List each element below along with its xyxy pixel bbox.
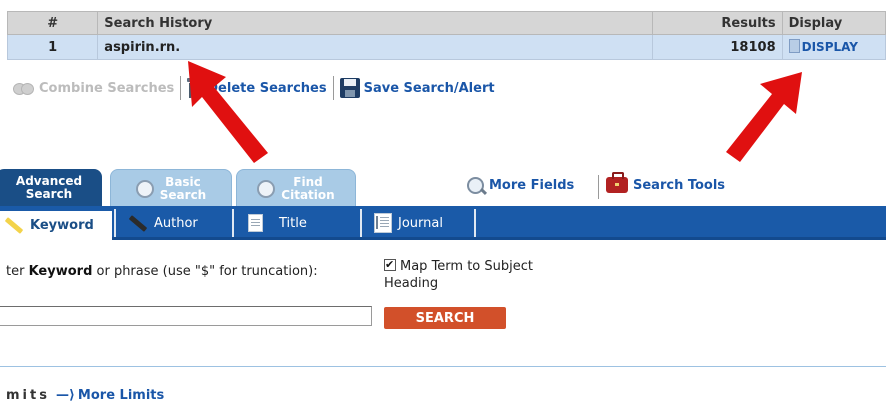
magnifier-icon: [135, 179, 154, 198]
row-display-cell: DISPLAY: [781, 34, 886, 60]
map-term-checkbox[interactable]: Map Term to Subject Heading: [384, 256, 584, 292]
tab-title-label: Title: [279, 215, 307, 231]
tab-advanced-search[interactable]: Advanced Search: [0, 169, 102, 206]
tab-basic-search[interactable]: Basic Search: [110, 169, 232, 207]
row-number: 1: [6, 34, 99, 60]
prompt-suffix: or phrase (use "$" for truncation):: [92, 264, 318, 279]
section-divider: [0, 366, 886, 367]
annotation-arrow-right: [726, 72, 802, 162]
limits-row: mits —⟩ More Limits: [6, 388, 164, 403]
more-fields-link[interactable]: More Fields: [467, 177, 574, 194]
checkbox-checked-icon[interactable]: [384, 256, 396, 273]
journal-icon: [374, 213, 392, 233]
row-results: 18108: [652, 34, 783, 60]
tab-author-label: Author: [154, 215, 198, 231]
search-history-table: # Search History Results Display 1 aspir…: [6, 11, 886, 60]
search-button[interactable]: SEARCH: [384, 307, 506, 329]
combine-icon: [13, 82, 35, 95]
annotation-arrow-left: [188, 61, 268, 163]
document-icon: [248, 214, 263, 232]
search-tools-label: Search Tools: [633, 177, 726, 193]
map-term-label: Map Term to Subject Heading: [384, 259, 533, 291]
pen-icon: [128, 214, 148, 232]
keyword-prompt: ter Keyword or phrase (use "$" for trunc…: [6, 264, 318, 279]
display-label: DISPLAY: [801, 40, 858, 54]
save-search-alert-label: Save Search/Alert: [363, 80, 495, 96]
field-bar-base: [0, 237, 886, 240]
tab-journal-label: Journal: [398, 215, 443, 231]
tab-advanced-line2: Search: [25, 186, 73, 201]
tab-keyword-label: Keyword: [30, 218, 94, 233]
header-search-history: Search History: [97, 11, 654, 35]
field-tab-divider: [114, 209, 116, 237]
header-results: Results: [652, 11, 783, 35]
expand-arrow-icon: —⟩: [55, 388, 75, 403]
more-limits-label: More Limits: [77, 388, 165, 403]
prompt-keyword: Keyword: [28, 264, 93, 279]
search-icon: [467, 177, 484, 194]
save-disk-icon: [339, 78, 360, 98]
field-tab-divider: [232, 209, 234, 237]
history-header-row: # Search History Results Display: [6, 11, 886, 35]
magnifier-icon: [257, 179, 276, 198]
field-tab-divider: [474, 209, 476, 237]
search-tools-link[interactable]: Search Tools: [606, 172, 726, 193]
tab-find-citation[interactable]: Find Citation: [236, 169, 356, 207]
combine-searches-button[interactable]: Combine Searches: [7, 74, 180, 102]
field-tab-divider: [360, 209, 362, 237]
tools-divider: [598, 175, 599, 199]
combine-searches-label: Combine Searches: [39, 80, 175, 96]
tab-find-line1: Find: [293, 174, 323, 189]
table-row[interactable]: 1 aspirin.rn. 18108 DISPLAY: [6, 34, 886, 60]
header-display: Display: [781, 11, 886, 35]
more-limits-link[interactable]: —⟩ More Limits: [56, 388, 164, 403]
search-input[interactable]: [0, 306, 372, 326]
toolbox-icon: [606, 172, 628, 193]
search-mode-tabs: Advanced Search Basic Search Find Citation …: [0, 169, 886, 207]
tab-keyword[interactable]: Keyword: [0, 211, 112, 240]
display-icon: [788, 39, 800, 53]
field-tabs-bar: Keyword Author Title Journal: [0, 206, 886, 240]
limits-label: mits: [6, 388, 50, 403]
more-fields-label: More Fields: [489, 178, 575, 193]
display-link[interactable]: DISPLAY: [788, 39, 858, 54]
tab-journal[interactable]: Journal: [374, 209, 443, 237]
prompt-prefix: ter: [6, 264, 29, 279]
tab-author[interactable]: Author: [128, 209, 198, 237]
tab-basic-line1: Basic: [165, 174, 201, 189]
header-number: #: [6, 11, 99, 35]
pencil-icon: [4, 217, 24, 234]
tab-find-line2: Citation: [281, 187, 335, 202]
tab-title[interactable]: Title: [248, 209, 307, 237]
tab-basic-line2: Search: [159, 187, 207, 202]
tab-advanced-line1: Advanced: [15, 173, 83, 188]
save-search-alert-button[interactable]: Save Search/Alert: [334, 74, 501, 102]
